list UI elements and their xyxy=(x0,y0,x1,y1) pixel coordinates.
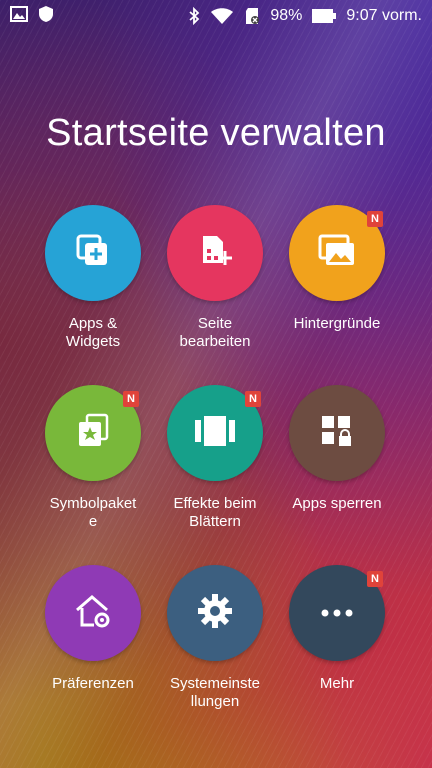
home-settings-icon xyxy=(74,593,112,634)
wallpapers-icon xyxy=(318,234,356,273)
tile-scroll-effects[interactable]: N Effekte beim Blättern xyxy=(154,385,276,531)
tile-preferences[interactable]: Präferenzen xyxy=(32,565,154,711)
status-bar: 98% 9:07 vorm. xyxy=(0,0,432,32)
more-icon xyxy=(321,604,353,622)
tile-circle[interactable]: N xyxy=(289,565,385,661)
tile-circle[interactable] xyxy=(167,205,263,301)
battery-percent: 98% xyxy=(270,7,303,24)
gallery-icon xyxy=(10,5,28,27)
badge-new: N xyxy=(245,391,261,407)
tile-circle[interactable] xyxy=(289,385,385,481)
tile-icon-pack[interactable]: N Symbolpaket e xyxy=(32,385,154,531)
shield-icon xyxy=(38,5,54,28)
wifi-icon xyxy=(210,7,234,25)
tile-label: Symbolpaket e xyxy=(49,495,137,530)
tile-circle[interactable]: N xyxy=(289,205,385,301)
tile-label: Apps sperren xyxy=(292,495,382,512)
app-lock-icon xyxy=(320,414,354,453)
badge-new: N xyxy=(123,391,139,407)
tile-edit-page[interactable]: Seite bearbeiten xyxy=(154,205,276,351)
gear-icon xyxy=(197,593,233,634)
bluetooth-icon xyxy=(188,7,200,25)
badge-new: N xyxy=(367,211,383,227)
badge-new: N xyxy=(367,571,383,587)
sd-card-icon xyxy=(244,7,260,25)
tile-label: Mehr xyxy=(319,675,355,692)
page-title: Startseite verwalten xyxy=(46,112,386,154)
manage-home-grid: Apps & Widgets Seite bearbeiten N Hinter… xyxy=(32,205,400,711)
tile-label: Systemeinste llungen xyxy=(169,675,261,710)
tile-label: Hintergründe xyxy=(293,315,381,332)
edit-page-icon xyxy=(197,233,233,274)
tile-label: Seite bearbeiten xyxy=(179,315,251,350)
tile-label: Effekte beim Blättern xyxy=(173,495,257,530)
tile-circle[interactable] xyxy=(167,565,263,661)
clock: 9:07 vorm. xyxy=(346,7,422,24)
apps-widgets-icon xyxy=(75,233,111,274)
tile-more[interactable]: N Mehr xyxy=(276,565,398,711)
tile-label: Apps & Widgets xyxy=(65,315,121,350)
tile-system-settings[interactable]: Systemeinste llungen xyxy=(154,565,276,711)
tile-app-lock[interactable]: Apps sperren xyxy=(276,385,398,531)
tile-circle[interactable] xyxy=(45,565,141,661)
tile-circle[interactable]: N xyxy=(167,385,263,481)
scroll-effects-icon xyxy=(193,414,237,453)
icon-pack-icon xyxy=(75,413,111,454)
battery-icon xyxy=(312,9,337,23)
tile-apps-widgets[interactable]: Apps & Widgets xyxy=(32,205,154,351)
tile-wallpapers[interactable]: N Hintergründe xyxy=(276,205,398,351)
tile-circle[interactable] xyxy=(45,205,141,301)
tile-label: Präferenzen xyxy=(52,675,134,692)
tile-circle[interactable]: N xyxy=(45,385,141,481)
